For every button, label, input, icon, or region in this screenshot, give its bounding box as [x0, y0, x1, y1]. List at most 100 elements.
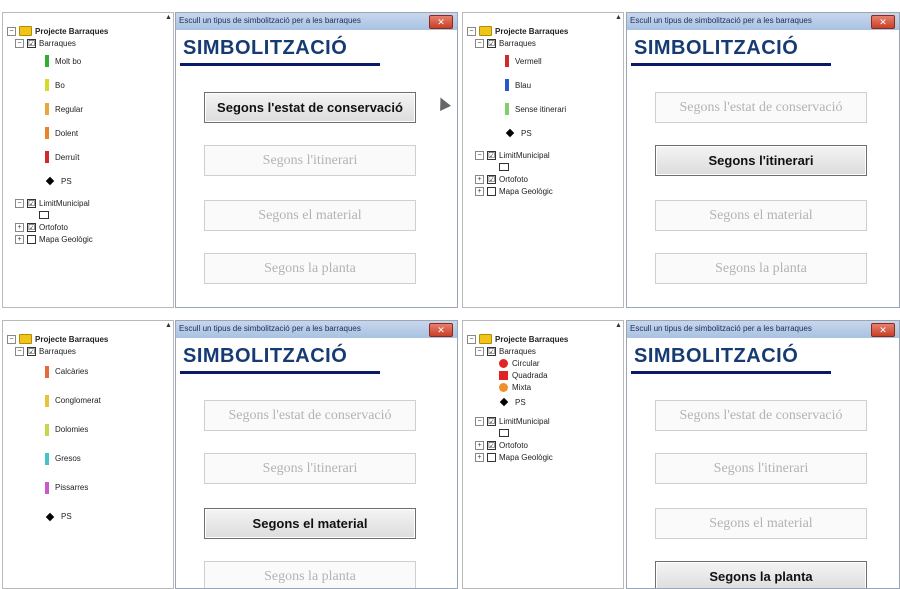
circle-symbol [499, 358, 508, 368]
expand-icon[interactable]: + [475, 174, 484, 184]
close-button[interactable]: ✕ [871, 15, 895, 29]
button-itinerari[interactable]: Segons l'itinerari [655, 145, 867, 176]
checkbox-icon[interactable] [487, 452, 496, 462]
symbolization-dialog-itinerari: Escull un tipus de simbolització per a l… [626, 12, 900, 308]
close-button[interactable]: ✕ [429, 15, 453, 29]
tree-row-geologic[interactable]: + Mapa Geològic [15, 233, 108, 245]
checkbox-icon[interactable]: ☑ [487, 150, 496, 160]
legend-item: Molt bo [45, 49, 108, 73]
collapse-icon[interactable]: − [475, 416, 484, 426]
expand-icon[interactable]: + [475, 186, 484, 196]
legend-label: Conglomerat [55, 396, 101, 405]
button-itinerari[interactable]: Segons l'itinerari [655, 453, 867, 484]
expand-icon[interactable]: + [475, 440, 484, 450]
tree-row-limit[interactable]: − ☑ LimitMunicipal [475, 149, 568, 161]
scroll-up-icon[interactable]: ▲ [165, 14, 172, 21]
button-itinerari[interactable]: Segons l'itinerari [204, 453, 416, 484]
tree-row-project[interactable]: − Projecte Barraques [7, 333, 108, 345]
button-planta[interactable]: Segons la planta [204, 253, 416, 284]
title-bar[interactable]: Escull un tipus de simbolització per a l… [176, 13, 457, 30]
expand-icon[interactable]: + [15, 222, 24, 232]
project-label: Projecte Barraques [495, 334, 569, 344]
tree-row-ortofoto[interactable]: + ☑ Ortofoto [15, 221, 108, 233]
layer-label: Barraques [499, 346, 536, 356]
scroll-up-icon[interactable]: ▲ [165, 322, 172, 329]
tree-row-project[interactable]: − Projecte Barraques [467, 25, 568, 37]
dialog-title: Escull un tipus de simbolització per a l… [630, 324, 812, 333]
scroll-up-icon[interactable]: ▲ [615, 14, 622, 21]
button-material[interactable]: Segons el material [204, 508, 416, 539]
legend-symbol [45, 365, 49, 378]
legend-symbol [45, 452, 49, 465]
button-estat[interactable]: Segons l'estat de conservació [204, 92, 416, 123]
checkbox-icon[interactable] [487, 186, 496, 196]
collapse-icon[interactable]: − [475, 346, 484, 356]
button-planta[interactable]: Segons la planta [655, 253, 867, 284]
tree-row-barraques[interactable]: − ☑ Barraques [15, 345, 108, 357]
legend-label: Dolomies [55, 425, 89, 434]
checkbox-icon[interactable]: ☑ [27, 38, 36, 48]
tree-row-project[interactable]: − Projecte Barraques [7, 25, 108, 37]
collapse-icon[interactable]: − [15, 198, 24, 208]
layer-panel-material: ▲ − Projecte Barraques − ☑ Barraques Cal… [2, 320, 174, 589]
checkbox-icon[interactable]: ☑ [487, 174, 496, 184]
checkbox-icon[interactable]: ☑ [487, 416, 496, 426]
close-button[interactable]: ✕ [429, 323, 453, 337]
checkbox-icon[interactable]: ☑ [487, 440, 496, 450]
tree-row-limit[interactable]: − ☑ LimitMunicipal [15, 197, 108, 209]
title-bar[interactable]: Escull un tipus de simbolització per a l… [176, 321, 457, 338]
button-planta[interactable]: Segons la planta [655, 561, 867, 588]
layer-label: Barraques [39, 346, 76, 356]
layer-panel-planta: ▲ − Projecte Barraques − ☑ Barraques Cir… [462, 320, 624, 589]
collapse-icon[interactable]: − [7, 334, 16, 344]
diamond-icon [45, 176, 55, 186]
checkbox-icon[interactable] [27, 234, 36, 244]
legend-item: Circular [499, 357, 568, 369]
button-planta[interactable]: Segons la planta [204, 561, 416, 588]
tree-row-geologic[interactable]: + Mapa Geològic [475, 185, 568, 197]
checkbox-icon[interactable]: ☑ [487, 346, 496, 356]
collapse-icon[interactable]: − [467, 26, 476, 36]
collapse-icon[interactable]: − [475, 38, 484, 48]
button-material[interactable]: Segons el material [204, 200, 416, 231]
expand-icon[interactable]: + [475, 452, 484, 462]
title-bar[interactable]: Escull un tipus de simbolització per a l… [627, 13, 899, 30]
tree-row-ortofoto[interactable]: + ☑ Ortofoto [475, 173, 568, 185]
button-material[interactable]: Segons el material [655, 508, 867, 539]
tree-row-barraques[interactable]: − ☑ Barraques [15, 37, 108, 49]
tree-row-project[interactable]: − Projecte Barraques [467, 333, 568, 345]
layer-tree: − Projecte Barraques − ☑ Barraques Molt … [7, 25, 108, 245]
collapse-icon[interactable]: − [475, 150, 484, 160]
legend-item: PS [45, 502, 108, 531]
layer-label: Ortofoto [39, 222, 68, 232]
heading-underline [180, 63, 380, 66]
tree-row-ortofoto[interactable]: + ☑ Ortofoto [475, 439, 568, 451]
button-estat[interactable]: Segons l'estat de conservació [204, 400, 416, 431]
button-estat[interactable]: Segons l'estat de conservació [655, 400, 867, 431]
tree-row-barraques[interactable]: − ☑ Barraques [475, 37, 568, 49]
scroll-up-icon[interactable]: ▲ [615, 322, 622, 329]
expand-icon[interactable]: + [15, 234, 24, 244]
legend-label: Derruït [55, 152, 80, 162]
tree-row-geologic[interactable]: + Mapa Geològic [475, 451, 568, 463]
button-estat[interactable]: Segons l'estat de conservació [655, 92, 867, 123]
layer-tree: − Projecte Barraques − ☑ Barraques Calcà… [7, 333, 108, 531]
collapse-icon[interactable]: − [7, 26, 16, 36]
tree-row-limit[interactable]: − ☑ LimitMunicipal [475, 415, 568, 427]
legend-symbol [45, 151, 49, 163]
checkbox-icon[interactable]: ☑ [27, 222, 36, 232]
layer-label: Barraques [39, 38, 76, 48]
checkbox-icon[interactable]: ☑ [487, 38, 496, 48]
legend-label: Dolent [55, 128, 79, 138]
button-itinerari[interactable]: Segons l'itinerari [204, 145, 416, 176]
tree-row-barraques[interactable]: − ☑ Barraques [475, 345, 568, 357]
checkbox-icon[interactable]: ☑ [27, 198, 36, 208]
collapse-icon[interactable]: − [467, 334, 476, 344]
collapse-icon[interactable]: − [15, 346, 24, 356]
close-button[interactable]: ✕ [871, 323, 895, 337]
layer-tree: − Projecte Barraques − ☑ Barraques Verme… [467, 25, 568, 197]
title-bar[interactable]: Escull un tipus de simbolització per a l… [627, 321, 899, 338]
checkbox-icon[interactable]: ☑ [27, 346, 36, 356]
collapse-icon[interactable]: − [15, 38, 24, 48]
button-material[interactable]: Segons el material [655, 200, 867, 231]
